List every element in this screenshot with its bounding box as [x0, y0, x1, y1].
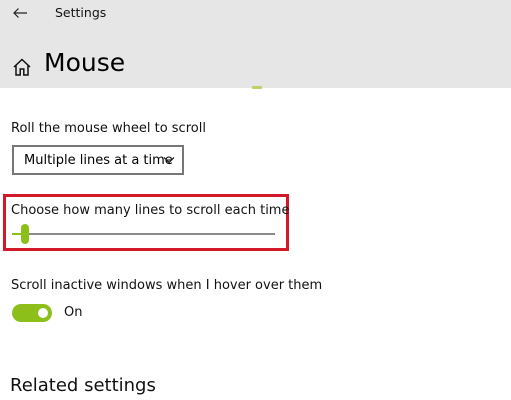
toggle-state-label: On	[64, 305, 83, 320]
home-icon	[13, 58, 31, 76]
scroll-mode-value: Multiple lines at a time	[24, 153, 173, 168]
back-button[interactable]	[8, 2, 32, 24]
settings-window: Settings Mouse Roll the mouse wheel to s…	[0, 0, 511, 400]
back-arrow-icon	[13, 8, 27, 18]
app-title: Settings	[55, 5, 107, 20]
inactive-scroll-toggle[interactable]	[12, 304, 52, 322]
inactive-scroll-label: Scroll inactive windows when I hover ove…	[11, 278, 323, 293]
page-title: Mouse	[44, 48, 126, 77]
related-settings-heading: Related settings	[10, 375, 156, 396]
header-bar: Settings Mouse	[0, 0, 511, 89]
lines-slider-track[interactable]	[12, 233, 275, 235]
lines-to-scroll-label: Choose how many lines to scroll each tim…	[11, 203, 290, 218]
scroll-mode-dropdown[interactable]: Multiple lines at a time	[12, 145, 184, 175]
roll-wheel-label: Roll the mouse wheel to scroll	[11, 121, 206, 136]
toggle-knob	[38, 308, 48, 318]
scroll-indicator	[252, 86, 262, 89]
lines-slider-thumb[interactable]	[21, 224, 30, 244]
chevron-down-icon	[163, 157, 175, 164]
